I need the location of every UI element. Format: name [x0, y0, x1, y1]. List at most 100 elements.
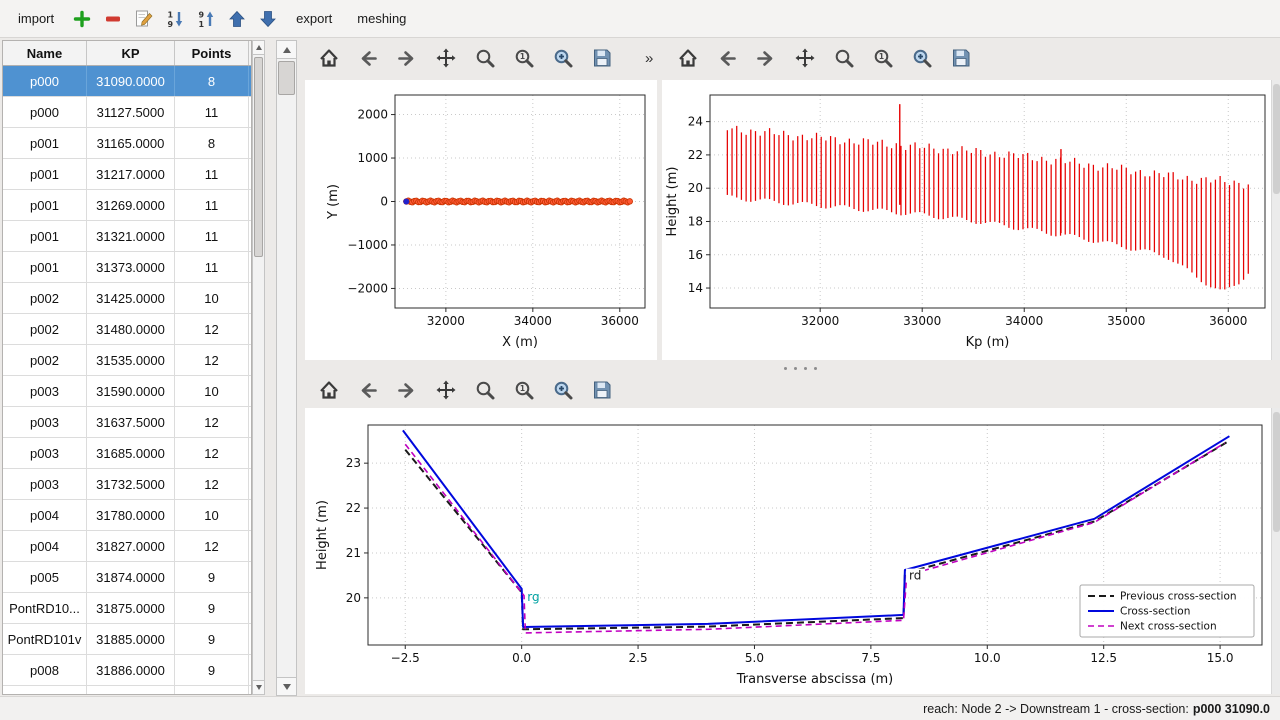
cell-name: p003 — [3, 407, 87, 437]
sort-descending-button[interactable]: 9 1 — [193, 6, 219, 32]
panel-scrollbar[interactable] — [276, 40, 297, 696]
cell-name: p003 — [3, 469, 87, 499]
cell-points: 12 — [175, 407, 249, 437]
forward-button[interactable] — [752, 44, 780, 72]
menu-import[interactable]: import — [8, 6, 64, 31]
home-button[interactable] — [315, 44, 343, 72]
table-row[interactable]: p00131269.000011 — [3, 190, 251, 221]
scroll-down-button[interactable] — [277, 677, 296, 695]
cell-points: 11 — [175, 252, 249, 282]
cross-section-plot-canvas[interactable]: −2.50.02.55.07.510.012.515.020212223Tran… — [305, 408, 1271, 694]
home-button[interactable] — [674, 44, 702, 72]
home-button[interactable] — [315, 376, 343, 404]
column-header-name[interactable]: Name — [3, 41, 87, 65]
edit-section-button[interactable] — [131, 6, 157, 32]
cell-points: 11 — [175, 159, 249, 189]
back-button[interactable] — [713, 44, 741, 72]
forward-button[interactable] — [393, 44, 421, 72]
minus-icon — [103, 9, 123, 29]
menu-meshing[interactable]: meshing — [347, 6, 416, 31]
back-button[interactable] — [354, 376, 382, 404]
splitter-handle[interactable] — [782, 366, 822, 372]
table-row[interactable]: p00331637.500012 — [3, 407, 251, 438]
zoom-original-button[interactable]: 1 — [510, 44, 538, 72]
scroll-up-button[interactable] — [253, 41, 264, 55]
zoom-to-fit-button[interactable] — [549, 376, 577, 404]
table-row[interactable]: p00431827.000012 — [3, 531, 251, 562]
table-row[interactable]: p00231480.000012 — [3, 314, 251, 345]
table-row[interactable]: p00531874.00009 — [3, 562, 251, 593]
table-row[interactable]: p00331732.500012 — [3, 469, 251, 500]
scroll-down-button[interactable] — [253, 680, 264, 694]
pan-button[interactable] — [791, 44, 819, 72]
scrollbar-thumb[interactable] — [278, 61, 295, 95]
table-row[interactable]: PontRD101v31885.00009 — [3, 624, 251, 655]
scrollbar-thumb[interactable] — [1273, 412, 1280, 532]
cell-points: 12 — [175, 438, 249, 468]
table-row[interactable]: p00031090.00008 — [3, 66, 251, 97]
svg-text:Next cross-section: Next cross-section — [1120, 621, 1217, 633]
back-button[interactable] — [354, 44, 382, 72]
table-row[interactable]: p00231425.000010 — [3, 283, 251, 314]
svg-text:Cross-section: Cross-section — [1120, 606, 1190, 618]
menu-export[interactable]: export — [286, 6, 342, 31]
zoom-original-button[interactable]: 1 — [510, 376, 538, 404]
pan-button[interactable] — [432, 376, 460, 404]
table-row[interactable]: PontRD10...31875.00009 — [3, 593, 251, 624]
zoom-icon — [473, 378, 497, 402]
cell-kp: 31732.5000 — [87, 469, 175, 499]
cell-points: 10 — [175, 500, 249, 530]
svg-text:0: 0 — [380, 195, 388, 209]
plot-toolbar-cross-section: 1 — [315, 376, 616, 404]
cell-kp: 31874.0000 — [87, 562, 175, 592]
svg-text:20: 20 — [688, 181, 703, 195]
plot-area-scrollbar[interactable] — [1271, 408, 1280, 694]
scrollbar-thumb[interactable] — [254, 57, 263, 257]
pan-button[interactable] — [432, 44, 460, 72]
svg-text:2000: 2000 — [357, 108, 388, 122]
zoom-to-fit-button[interactable] — [549, 44, 577, 72]
xy-plot-canvas[interactable]: 320003400036000−2000−1000010002000X (m)Y… — [305, 80, 657, 360]
move-down-button[interactable] — [255, 6, 281, 32]
svg-text:36000: 36000 — [1209, 314, 1247, 328]
longitudinal-plot-canvas[interactable]: 3200033000340003500036000141618202224Kp … — [662, 80, 1272, 360]
add-section-button[interactable] — [69, 6, 95, 32]
toolbar-overflow-button[interactable]: » — [645, 50, 653, 67]
svg-text:1: 1 — [879, 52, 884, 61]
table-row[interactable]: p00131217.000011 — [3, 159, 251, 190]
table-row[interactable]: p00131321.000011 — [3, 221, 251, 252]
table-row[interactable]: p00831929.000013 — [3, 686, 251, 695]
table-row[interactable]: p00031127.500011 — [3, 97, 251, 128]
cell-kp: 31875.0000 — [87, 593, 175, 623]
table-row[interactable]: p00131373.000011 — [3, 252, 251, 283]
zoom-button[interactable] — [830, 44, 858, 72]
cell-kp: 31535.0000 — [87, 345, 175, 375]
move-up-button[interactable] — [224, 6, 250, 32]
zoom-icon — [473, 46, 497, 70]
scrollbar-thumb[interactable] — [1273, 84, 1280, 194]
table-row[interactable]: p00131165.00008 — [3, 128, 251, 159]
column-header-points[interactable]: Points — [175, 41, 249, 65]
scroll-up-button[interactable] — [277, 41, 296, 59]
table-row[interactable]: p00231535.000012 — [3, 345, 251, 376]
table-scrollbar[interactable] — [252, 40, 265, 695]
table-row[interactable]: p00331685.000012 — [3, 438, 251, 469]
remove-section-button[interactable] — [100, 6, 126, 32]
save-button[interactable] — [588, 44, 616, 72]
column-header-kp[interactable]: KP — [87, 41, 175, 65]
save-button[interactable] — [947, 44, 975, 72]
zoom-button[interactable] — [471, 44, 499, 72]
cell-name: p002 — [3, 314, 87, 344]
zoom-original-button[interactable]: 1 — [869, 44, 897, 72]
table-row[interactable]: p00331590.000010 — [3, 376, 251, 407]
forward-button[interactable] — [393, 376, 421, 404]
zoom-to-fit-button[interactable] — [908, 44, 936, 72]
sort-ascending-button[interactable]: 1 9 — [162, 6, 188, 32]
plot-area-scrollbar[interactable] — [1271, 80, 1280, 360]
cell-name: p008 — [3, 686, 87, 695]
save-button[interactable] — [588, 376, 616, 404]
cell-points: 11 — [175, 97, 249, 127]
table-row[interactable]: p00431780.000010 — [3, 500, 251, 531]
zoom-button[interactable] — [471, 376, 499, 404]
table-row[interactable]: p00831886.00009 — [3, 655, 251, 686]
